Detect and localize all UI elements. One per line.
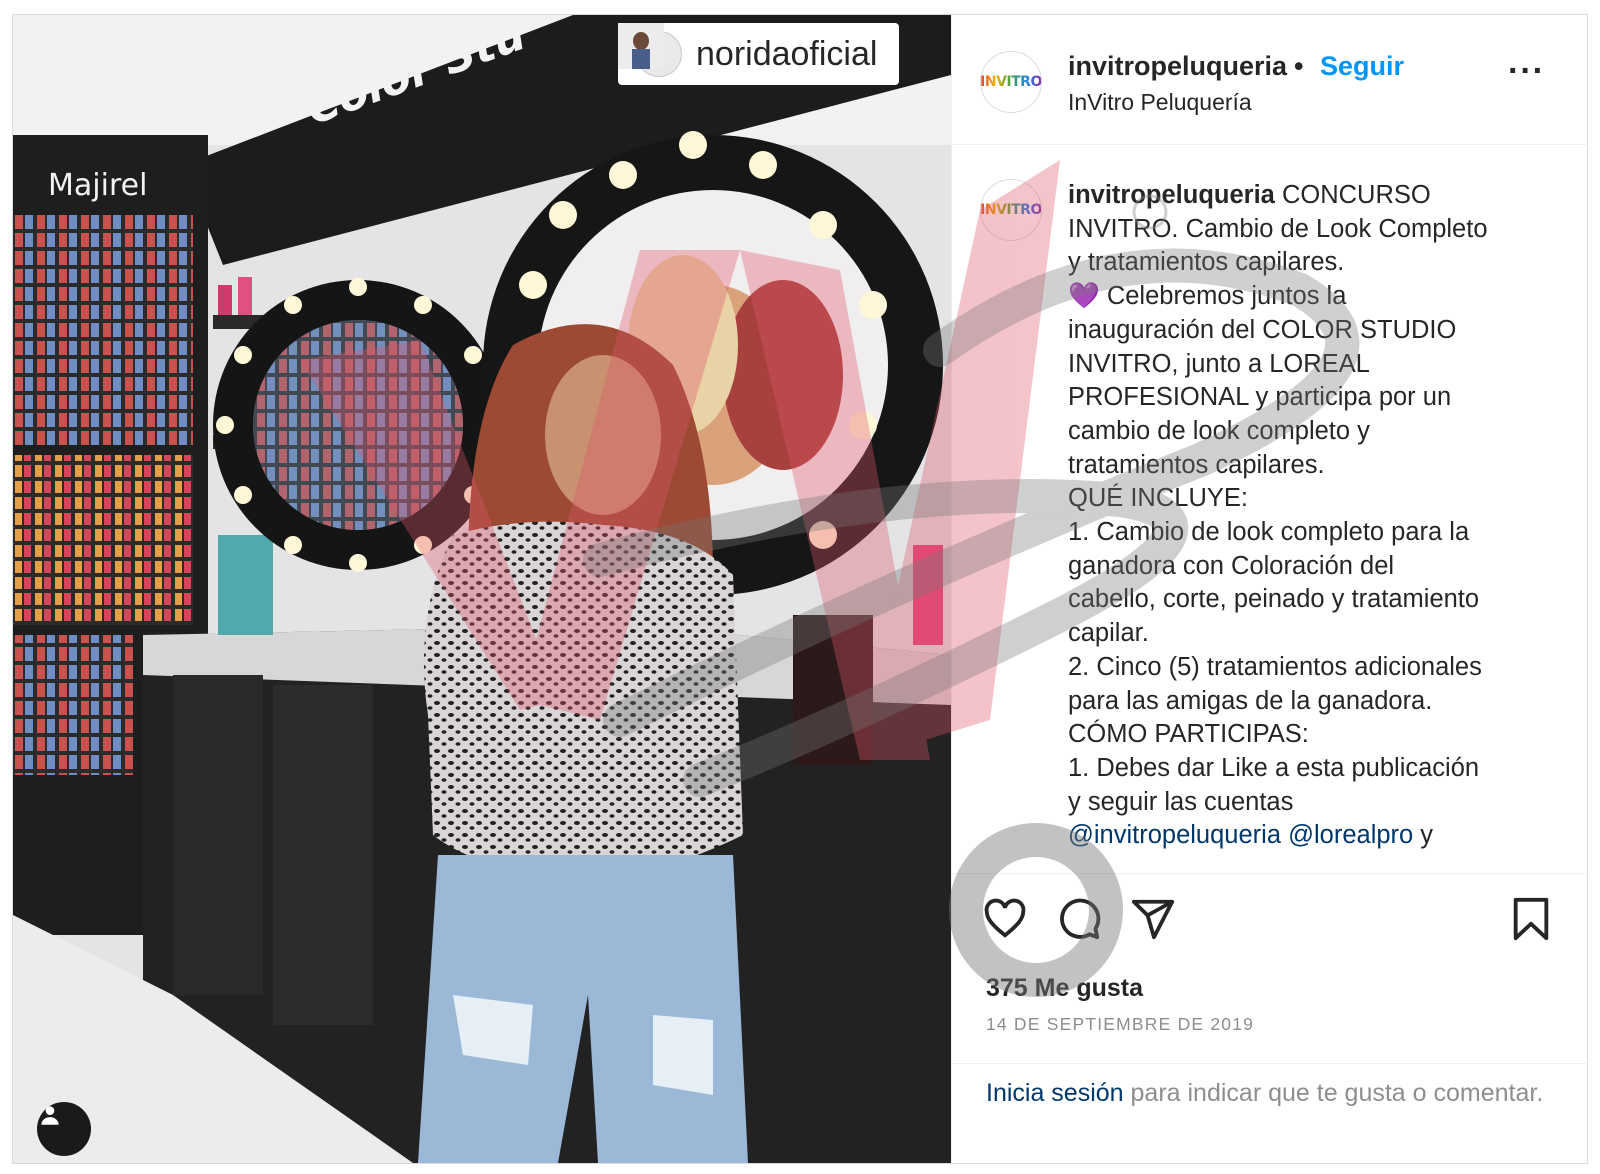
user-icon (41, 1106, 59, 1125)
post-caption: INVITRO invitropeluqueria CONCURSO INVIT… (952, 145, 1588, 873)
caption-line: 1. Cambio de look completo para la (1068, 518, 1470, 547)
comment-icon[interactable] (1056, 896, 1102, 942)
like-count[interactable]: 375 Me gusta (986, 974, 1143, 1003)
caption-line: y tratamientos capilares. (1068, 248, 1345, 277)
caption-avatar[interactable]: INVITRO (980, 179, 1042, 241)
caption-line: cambio de look completo y (1068, 416, 1370, 445)
mention-link[interactable]: @invitropeluqueria (1068, 821, 1281, 849)
repost-badge[interactable]: noridaoficial (618, 23, 900, 85)
post-header: INVITRO invitropeluqueria • Seguir InVit… (952, 15, 1588, 145)
repost-user-avatar (618, 23, 682, 77)
caption-line: inauguración del COLOR STUDIO (1068, 315, 1457, 344)
caption-line: INVITRO, junto a LOREAL (1068, 349, 1370, 378)
brand-sign-text: Majirel (48, 168, 147, 203)
instagram-post: Color Stu Majirel noridaoficial INVITRO … (12, 14, 1588, 1164)
tagged-users-button[interactable] (37, 1102, 91, 1156)
caption-line: PROFESIONAL y participa por un (1068, 383, 1452, 412)
post-date: 14 DE SEPTIEMBRE DE 2019 (986, 1014, 1255, 1034)
caption-line: CÓMO PARTICIPAS: (1068, 720, 1309, 749)
caption-line: 2. Cinco (5) tratamientos adicionales (1068, 652, 1482, 681)
caption-text: invitropeluqueria CONCURSO INVITRO. Camb… (1068, 179, 1528, 853)
login-prompt: Inicia sesión para indicar que te gusta … (952, 1063, 1588, 1163)
caption-line: y seguir las cuentas (1068, 787, 1294, 816)
share-icon[interactable] (1130, 896, 1176, 942)
repost-username: noridaoficial (696, 34, 878, 73)
mention-link[interactable]: @lorealpro (1288, 821, 1413, 849)
login-link[interactable]: Inicia sesión (986, 1079, 1124, 1107)
caption-line: para las amigas de la ganadora. (1068, 686, 1433, 715)
post-side-panel: INVITRO invitropeluqueria • Seguir InVit… (951, 15, 1588, 1163)
more-options-button[interactable]: ··· (1508, 54, 1545, 88)
header-separator: • (1294, 51, 1304, 81)
caption-line: 💜 Celebremos juntos la (1068, 282, 1347, 311)
post-actions: 375 Me gusta 14 DE SEPTIEMBRE DE 2019 (952, 873, 1588, 1063)
caption-line: INVITRO. Cambio de Look Completo (1068, 214, 1488, 243)
caption-line: 1. Debes dar Like a esta publicación (1068, 753, 1480, 782)
caption-line: capilar. (1068, 619, 1149, 648)
caption-username[interactable]: invitropeluqueria (1068, 181, 1275, 209)
salon-photo-illustration: Color Stu Majirel (13, 15, 951, 1163)
caption-line: cabello, corte, peinado y tratamiento (1068, 585, 1480, 614)
login-prompt-text: para indicar que te gusta o comentar. (1123, 1079, 1544, 1107)
account-username[interactable]: invitropeluqueria (1068, 51, 1287, 82)
caption-line: tratamientos capilares. (1068, 450, 1325, 479)
post-photo[interactable]: Color Stu Majirel noridaoficial (13, 15, 951, 1163)
caption-line: QUÉ INCLUYE: (1068, 484, 1248, 513)
save-bookmark-icon[interactable] (1508, 896, 1554, 942)
account-avatar[interactable]: INVITRO (980, 51, 1042, 113)
account-full-name: InVitro Peluquería (1068, 89, 1252, 115)
caption-line: ganadora con Coloración del (1068, 551, 1395, 580)
follow-button[interactable]: Seguir (1320, 51, 1404, 82)
like-heart-icon[interactable] (982, 896, 1028, 942)
